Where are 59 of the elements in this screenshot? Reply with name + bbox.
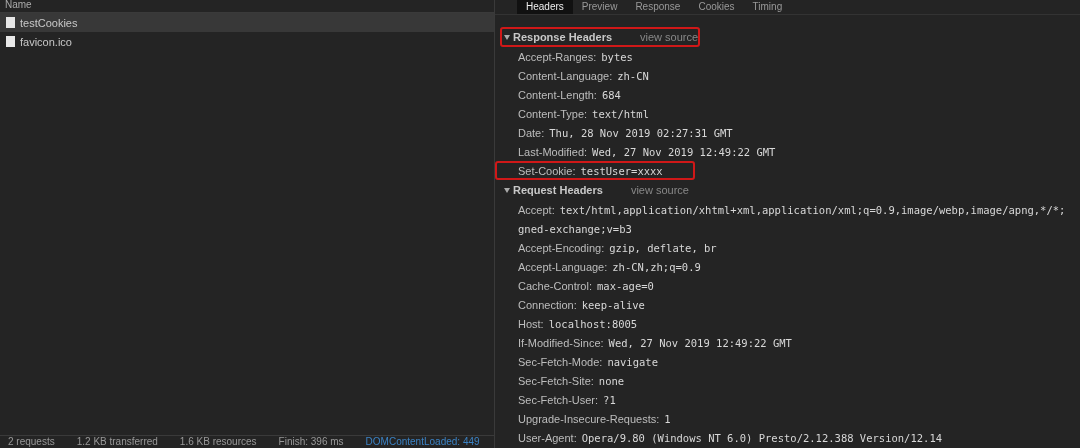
header-name: Last-Modified: (518, 145, 588, 158)
header-value: navigate (607, 355, 658, 368)
header-value: gned-exchange;v=b3 (518, 222, 632, 235)
header-name: Sec-Fetch-Site: (518, 374, 594, 387)
header-value: max-age=0 (597, 279, 654, 292)
header-value: text/html,application/xhtml+xml,application/xml;q=0.9,image/webp,image/apng,*/*; (559, 203, 1066, 216)
section-header[interactable]: Request Headers view source (500, 180, 700, 200)
header-value: keep-alive (581, 298, 645, 311)
tab[interactable]: Response (626, 0, 690, 14)
header-value: testUser=xxxx (580, 164, 663, 177)
tab[interactable]: Timing (743, 0, 792, 14)
header-name: Date: (518, 126, 545, 139)
header-value: bytes (601, 50, 633, 63)
tab[interactable]: Headers (517, 0, 573, 14)
view-source-link[interactable]: view source (630, 184, 689, 196)
status-text: Finish: 396 ms (278, 436, 344, 448)
header-name: Cache-Control: (518, 279, 592, 292)
header-name: User-Agent: (518, 431, 577, 444)
section-header[interactable]: Response Headers view source (500, 27, 700, 47)
header-value: text/html (592, 107, 649, 120)
header-name: Content-Language: (518, 69, 613, 82)
header-value: Wed, 27 Nov 2019 12:49:22 GMT (592, 145, 776, 158)
header-value: Opera/9.80 (Windows NT 6.0) Presto/2.12.388 Version/12.14 (581, 431, 943, 444)
header-value: 1 (664, 412, 671, 425)
header-name: Accept: (518, 203, 555, 216)
header-value: Thu, 28 Nov 2019 02:27:31 GMT (549, 126, 733, 139)
header-name: Accept-Language: (518, 260, 608, 273)
header-value: localhost:8005 (548, 317, 638, 330)
header-name: Upgrade-Insecure-Requests: (518, 412, 660, 425)
header-name: Host: (518, 317, 544, 330)
header-value: 684 (601, 88, 621, 101)
header-name: Sec-Fetch-User: (518, 393, 599, 406)
header-value: gzip, deflate, br (609, 241, 717, 254)
status-text: 1.6 KB resources (179, 436, 257, 448)
header-value: Wed, 27 Nov 2019 12:49:22 GMT (608, 336, 792, 349)
tab[interactable]: Cookies (689, 0, 744, 14)
triangle-icon (504, 187, 510, 193)
header-name: Content-Type: (518, 107, 588, 120)
view-source-link[interactable]: view source (640, 31, 699, 43)
header-value: none (598, 374, 625, 387)
tab[interactable]: Preview (572, 0, 627, 14)
request-row[interactable]: testCookies (0, 13, 494, 32)
header-name: Set-Cookie: (518, 164, 576, 177)
header-value: zh-CN (617, 69, 649, 82)
header-value: ?1 (603, 393, 616, 406)
header-name: Accept-Ranges: (518, 50, 597, 63)
header-name: Sec-Fetch-Mode: (518, 355, 603, 368)
header-name: Content-Length: (518, 88, 597, 101)
header-name: Connection: (518, 298, 577, 311)
file-icon (6, 36, 15, 47)
status-link[interactable]: DOMContentLoaded: 449 (365, 436, 480, 448)
status-text: 2 requests (8, 436, 55, 448)
file-icon (6, 17, 15, 28)
status-text: 1.2 KB transferred (76, 436, 158, 448)
header-value: zh-CN,zh;q=0.9 (612, 260, 701, 273)
triangle-icon (504, 34, 510, 40)
header-name: Accept-Encoding: (518, 241, 605, 254)
header-name: If-Modified-Since: (518, 336, 604, 349)
request-row[interactable]: favicon.ico (0, 32, 494, 51)
